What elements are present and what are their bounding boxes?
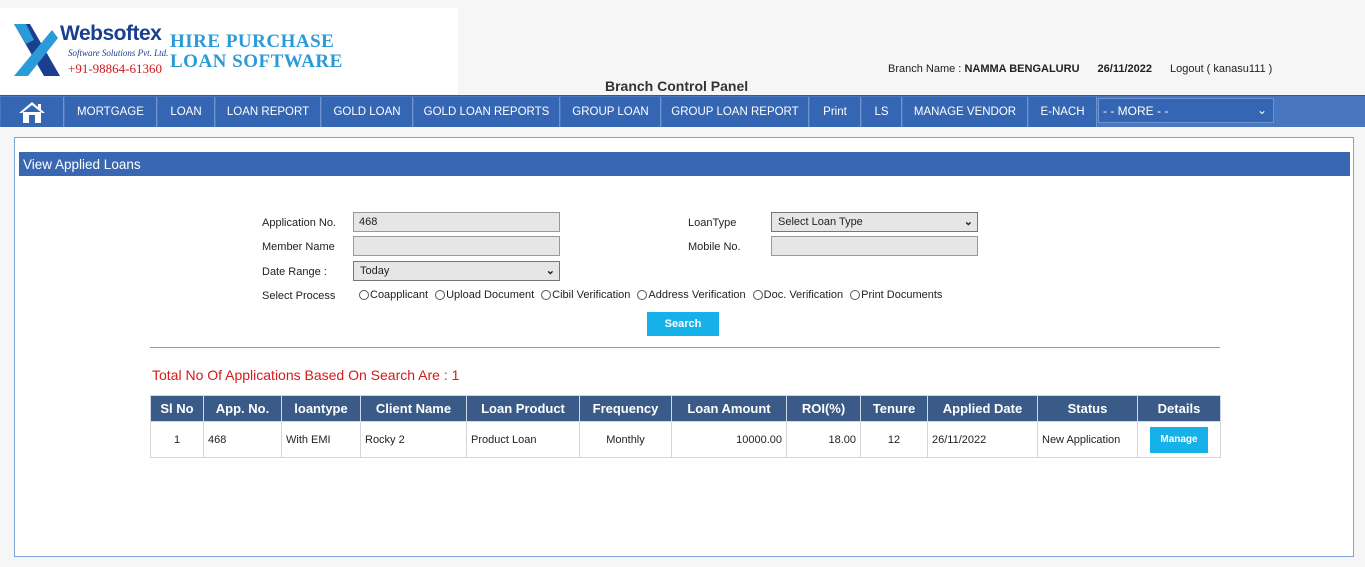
cell-app-no: 468 bbox=[203, 421, 282, 458]
section-title: View Applied Loans bbox=[19, 152, 1350, 176]
radio-circle[interactable] bbox=[637, 290, 648, 300]
main-nav: MORTGAGE LOAN LOAN REPORT GOLD LOAN GOLD… bbox=[0, 95, 1365, 127]
application-no-label: Application No. bbox=[262, 217, 336, 229]
radio-cibil-verification[interactable]: Cibil Verification bbox=[541, 289, 630, 301]
cell-roi: 18.00 bbox=[786, 421, 861, 458]
brand-subtitle: Software Solutions Pvt. Ltd. bbox=[68, 48, 169, 58]
radio-upload-document[interactable]: Upload Document bbox=[435, 289, 534, 301]
col-client-name: Client Name bbox=[360, 395, 467, 422]
table-row: 1 468 With EMI Rocky 2 Product Loan Mont… bbox=[150, 421, 1221, 458]
radio-coapplicant[interactable]: Coapplicant bbox=[359, 289, 428, 301]
col-status: Status bbox=[1037, 395, 1138, 422]
loan-type-select[interactable]: Select Loan Type ⌄ bbox=[771, 212, 978, 232]
radio-circle[interactable] bbox=[359, 290, 369, 300]
select-process-label: Select Process bbox=[262, 290, 336, 302]
nav-group-loan[interactable]: GROUP LOAN bbox=[561, 97, 661, 127]
member-name-label: Member Name bbox=[262, 241, 335, 253]
loan-type-value: Select Loan Type bbox=[778, 216, 863, 228]
radio-circle[interactable] bbox=[435, 290, 446, 300]
cell-frequency: Monthly bbox=[579, 421, 672, 458]
cell-sl-no: 1 bbox=[150, 421, 204, 458]
branch-info: Branch Name : NAMMA BENGALURU 26/11/2022 L… bbox=[888, 63, 1272, 75]
nav-loan[interactable]: LOAN bbox=[158, 97, 215, 127]
col-details: Details bbox=[1137, 395, 1221, 422]
radio-label: Address Verification bbox=[648, 289, 746, 301]
col-app-no: App. No. bbox=[203, 395, 282, 422]
radio-print-documents[interactable]: Print Documents bbox=[850, 289, 942, 301]
chevron-down-icon: ⌄ bbox=[545, 265, 555, 277]
date-range-select[interactable]: Today ⌄ bbox=[353, 261, 560, 281]
nav-loan-report[interactable]: LOAN REPORT bbox=[216, 97, 321, 127]
cell-applied-date: 26/11/2022 bbox=[927, 421, 1038, 458]
radio-circle[interactable] bbox=[850, 290, 861, 300]
date-range-label: Date Range : bbox=[262, 266, 327, 278]
col-loan-amount: Loan Amount bbox=[671, 395, 787, 422]
cell-loantype: With EMI bbox=[281, 421, 361, 458]
brand-name: Websoftex bbox=[60, 22, 162, 45]
table-header-row: Sl No App. No. loantype Client Name Loan… bbox=[150, 395, 1221, 422]
radio-label: Upload Document bbox=[446, 289, 535, 301]
radio-label: Print Documents bbox=[861, 289, 943, 301]
chevron-down-icon: ⌄ bbox=[963, 216, 973, 228]
nav-gold-loan-reports[interactable]: GOLD LOAN REPORTS bbox=[414, 97, 560, 127]
nav-gold-loan[interactable]: GOLD LOAN bbox=[322, 97, 413, 127]
logout-link[interactable]: Logout ( kanasu111 ) bbox=[1170, 63, 1272, 75]
member-name-input[interactable] bbox=[353, 236, 560, 256]
nav-more-value: - - MORE - - bbox=[1103, 103, 1169, 118]
applications-table: Sl No App. No. loantype Client Name Loan… bbox=[150, 395, 1221, 458]
radio-address-verification[interactable]: Address Verification bbox=[637, 289, 746, 301]
loan-type-label: LoanType bbox=[688, 217, 737, 229]
branch-label: Branch Name : bbox=[888, 63, 962, 75]
header-date: 26/11/2022 bbox=[1097, 63, 1152, 75]
brand-phone: +91-98864-61360 bbox=[68, 61, 162, 76]
nav-mortgage[interactable]: MORTGAGE bbox=[65, 97, 157, 127]
panel-title: Branch Control Panel bbox=[605, 78, 749, 94]
col-tenure: Tenure bbox=[860, 395, 928, 422]
page-header: Websoftex Software Solutions Pvt. Ltd. +… bbox=[0, 0, 1365, 95]
col-roi: ROI(%) bbox=[786, 395, 861, 422]
nav-manage-vendor[interactable]: MANAGE VENDOR bbox=[903, 97, 1028, 127]
home-icon bbox=[19, 102, 45, 123]
application-no-input[interactable]: 468 bbox=[353, 212, 560, 232]
nav-e-nach[interactable]: E-NACH bbox=[1029, 97, 1097, 127]
branch-name: NAMMA BENGALURU bbox=[964, 63, 1080, 75]
col-applied-date: Applied Date bbox=[927, 395, 1038, 422]
col-loantype: loantype bbox=[281, 395, 361, 422]
cell-status: New Application bbox=[1037, 421, 1138, 458]
mobile-no-label: Mobile No. bbox=[688, 241, 741, 253]
nav-group-loan-report[interactable]: GROUP LOAN REPORT bbox=[662, 97, 809, 127]
product-name: HIRE PURCHASE LOAN SOFTWARE bbox=[170, 32, 343, 72]
product-name-line2: LOAN SOFTWARE bbox=[170, 51, 343, 72]
radio-label: Coapplicant bbox=[370, 289, 429, 301]
divider bbox=[150, 347, 1220, 348]
col-frequency: Frequency bbox=[579, 395, 672, 422]
radio-label: Cibil Verification bbox=[552, 289, 631, 301]
nav-print[interactable]: Print bbox=[810, 97, 861, 127]
cell-details: Manage bbox=[1137, 421, 1221, 458]
websoftex-x-logo-icon bbox=[14, 24, 60, 76]
cell-tenure: 12 bbox=[860, 421, 928, 458]
mobile-no-input[interactable] bbox=[771, 236, 978, 256]
total-applications-text: Total No Of Applications Based On Search… bbox=[152, 367, 460, 383]
date-range-value: Today bbox=[360, 265, 390, 277]
process-radio-group: Coapplicant Upload Document Cibil Verifi… bbox=[359, 289, 949, 301]
col-loan-product: Loan Product bbox=[466, 395, 580, 422]
cell-loan-amount: 10000.00 bbox=[671, 421, 787, 458]
nav-home[interactable] bbox=[1, 97, 64, 127]
main-content: View Applied Loans Application No. 468 M… bbox=[14, 137, 1354, 557]
radio-label: Doc. Verification bbox=[763, 289, 844, 301]
product-name-line1: HIRE PURCHASE bbox=[170, 31, 335, 52]
radio-circle[interactable] bbox=[541, 290, 552, 300]
nav-ls[interactable]: LS bbox=[862, 97, 902, 127]
cell-loan-product: Product Loan bbox=[466, 421, 580, 458]
search-button[interactable]: Search bbox=[647, 312, 719, 336]
col-sl-no: Sl No bbox=[150, 395, 204, 422]
radio-doc-verification[interactable]: Doc. Verification bbox=[752, 289, 844, 301]
chevron-down-icon: ⌄ bbox=[1256, 103, 1267, 117]
cell-client-name: Rocky 2 bbox=[360, 421, 467, 458]
logo: Websoftex Software Solutions Pvt. Ltd. +… bbox=[0, 8, 458, 94]
radio-circle[interactable] bbox=[752, 290, 763, 300]
nav-more-select[interactable]: - - MORE - - ⌄ bbox=[1098, 98, 1274, 123]
manage-button[interactable]: Manage bbox=[1150, 426, 1208, 453]
